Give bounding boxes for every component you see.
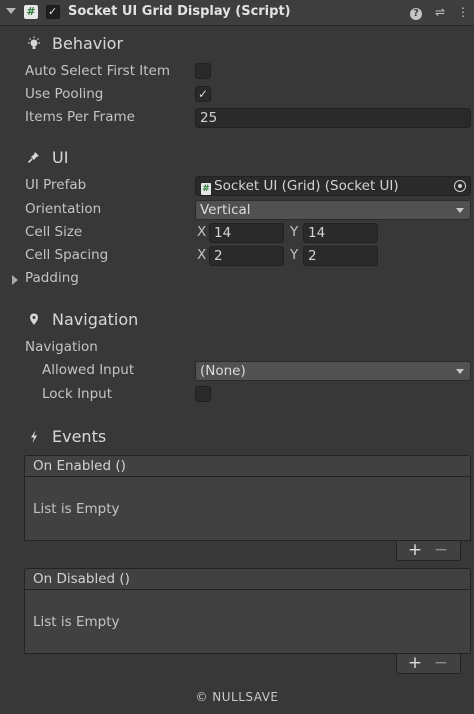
on-enabled-header: On Enabled () (24, 455, 471, 477)
cell-size-x-label: X (197, 224, 207, 240)
cell-spacing-y-label: Y (290, 247, 299, 263)
object-picker-icon[interactable] (454, 180, 466, 192)
help-icon[interactable]: ? (408, 4, 424, 20)
on-disabled-footer: + − (396, 654, 461, 674)
padding-foldout-arrow-icon[interactable] (12, 275, 18, 285)
lock-input-checkbox[interactable] (195, 386, 211, 402)
orientation-value: Vertical (200, 202, 251, 218)
script-icon: # (201, 183, 211, 195)
lock-input-label: Lock Input (42, 386, 113, 402)
orientation-dropdown[interactable]: Vertical (195, 200, 471, 220)
on-disabled-body: List is Empty (24, 590, 471, 654)
on-enabled-remove-button[interactable]: − (433, 541, 449, 559)
lightbulb-icon (27, 36, 41, 52)
on-disabled-empty-text: List is Empty (33, 614, 120, 630)
on-disabled-add-button[interactable]: + (407, 654, 423, 672)
chevron-down-icon (456, 208, 464, 213)
cell-spacing-x-label: X (197, 247, 207, 263)
on-disabled-remove-button[interactable]: − (433, 654, 449, 672)
items-per-frame-label: Items Per Frame (25, 109, 135, 125)
ui-section-title: UI (52, 148, 69, 167)
pin-icon (27, 150, 41, 166)
component-title: Socket UI Grid Display (Script) (68, 4, 291, 19)
checkmark-icon: ✓ (48, 5, 58, 18)
on-enabled-body: List is Empty (24, 477, 471, 541)
navigation-group-label: Navigation (25, 339, 98, 355)
on-enabled-add-button[interactable]: + (407, 541, 423, 559)
on-enabled-empty-text: List is Empty (33, 501, 120, 517)
presets-icon[interactable]: ⇌ (432, 4, 448, 20)
cell-spacing-x-field[interactable]: 2 (209, 246, 284, 266)
use-pooling-checkbox[interactable]: ✓ (195, 86, 211, 102)
allowed-input-value: (None) (200, 363, 246, 379)
cell-spacing-y-field[interactable]: 2 (303, 246, 378, 266)
use-pooling-label: Use Pooling (25, 86, 104, 102)
cell-size-label: Cell Size (25, 224, 83, 240)
foldout-triangle-icon[interactable] (6, 8, 16, 14)
items-per-frame-field[interactable]: 25 (195, 108, 471, 128)
component-enabled-checkbox[interactable]: ✓ (46, 5, 60, 19)
cell-size-y-label: Y (290, 224, 299, 240)
on-disabled-header: On Disabled () (24, 568, 471, 590)
lightning-icon (27, 429, 41, 445)
ui-prefab-object-field[interactable]: # Socket UI (Grid) (Socket UI) (195, 176, 471, 196)
navigation-section-title: Navigation (52, 310, 139, 329)
chevron-down-icon (456, 369, 464, 374)
orientation-label: Orientation (25, 201, 102, 217)
cell-size-y-field[interactable]: 14 (303, 223, 378, 243)
location-pin-icon (27, 312, 41, 328)
padding-foldout-label[interactable]: Padding (25, 270, 79, 286)
cell-spacing-label: Cell Spacing (25, 247, 109, 263)
cell-size-x-field[interactable]: 14 (209, 223, 284, 243)
allowed-input-dropdown[interactable]: (None) (195, 361, 471, 381)
checkmark-icon: ✓ (197, 87, 209, 101)
on-disabled-label: On Disabled () (33, 571, 130, 587)
auto-select-label: Auto Select First Item (25, 63, 171, 79)
on-enabled-footer: + − (396, 541, 461, 561)
allowed-input-label: Allowed Input (42, 362, 135, 378)
on-enabled-label: On Enabled () (33, 458, 126, 474)
behavior-section-title: Behavior (52, 34, 124, 53)
component-header[interactable]: # ✓ Socket UI Grid Display (Script) ? ⇌ … (0, 0, 474, 26)
context-menu-icon[interactable]: ⋮ (455, 4, 471, 20)
script-icon: # (24, 5, 38, 19)
auto-select-checkbox[interactable] (195, 63, 211, 79)
events-section-title: Events (52, 427, 107, 446)
ui-prefab-label: UI Prefab (25, 177, 87, 193)
ui-prefab-value: Socket UI (Grid) (Socket UI) (214, 178, 399, 194)
footer-credit: © NULLSAVE (195, 690, 279, 704)
